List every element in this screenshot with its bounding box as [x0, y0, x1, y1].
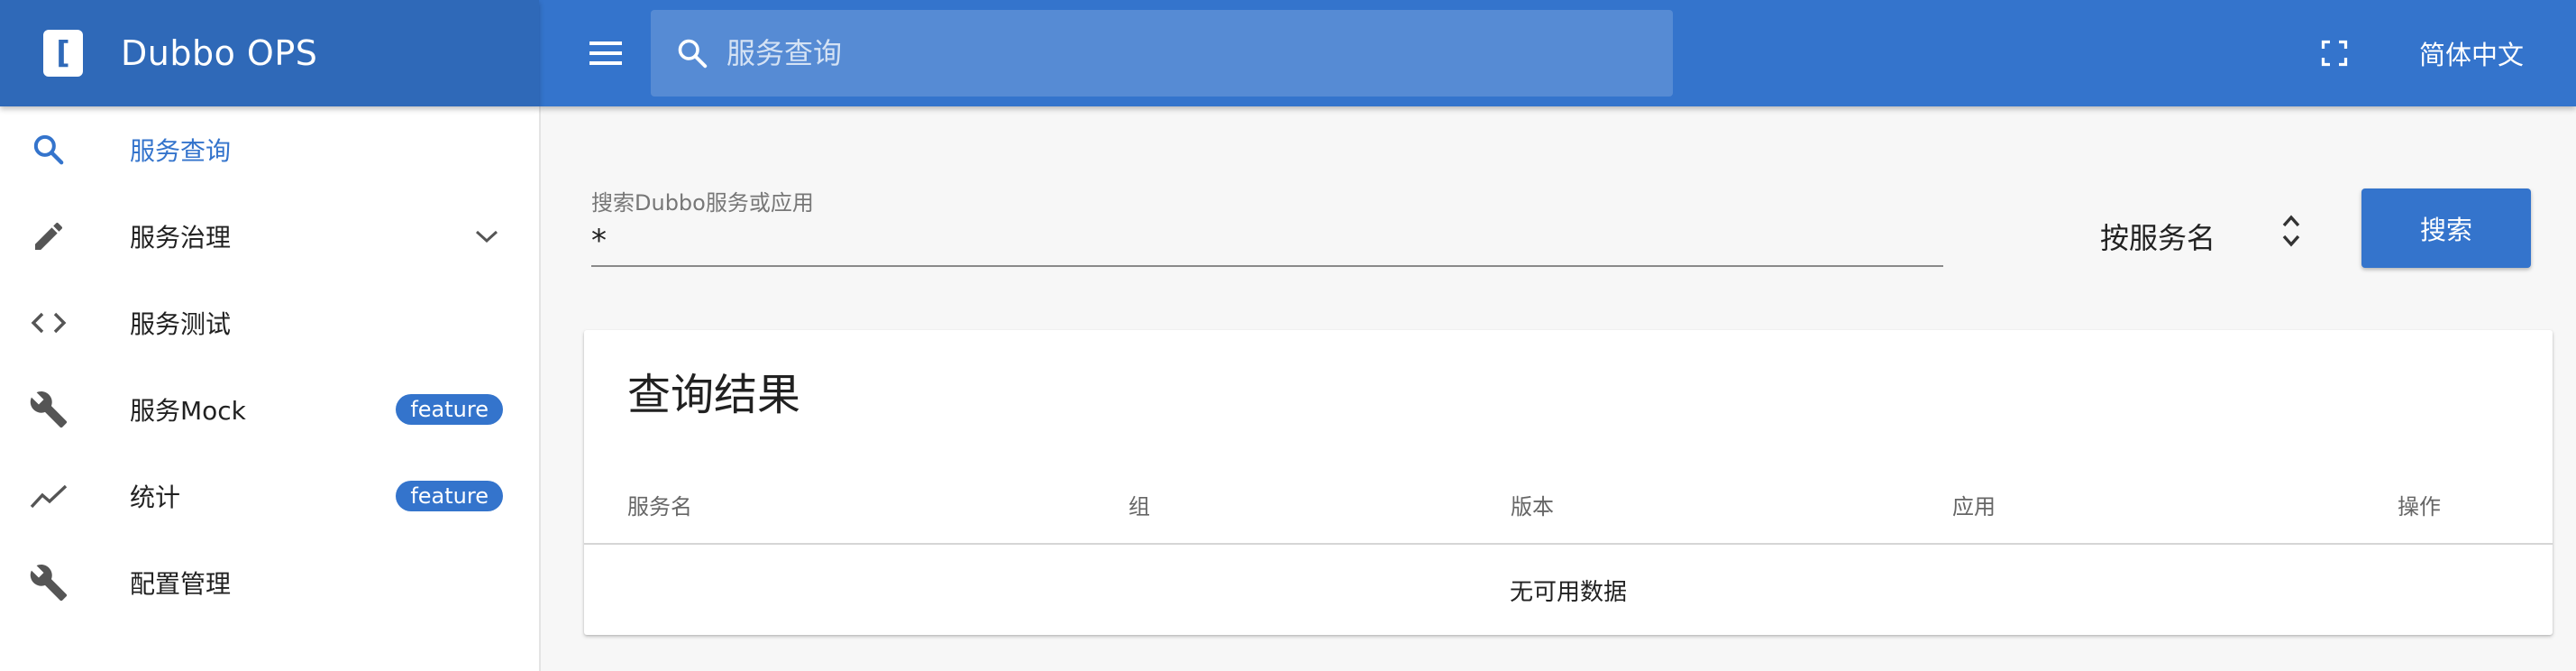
app-title: Dubbo OPS: [121, 33, 318, 73]
sidebar-item-label: 服务Mock: [130, 396, 246, 426]
sidebar-item-label: 配置管理: [130, 569, 232, 599]
code-icon: [29, 303, 69, 343]
hamburger-menu-icon: [589, 41, 622, 65]
sidebar-item-service-test[interactable]: 服务测试: [0, 280, 539, 366]
unfold-more-icon[interactable]: [2271, 209, 2311, 253]
search-field-label: 搜索Dubbo服务或应用: [591, 190, 814, 216]
sidebar-item-label: 统计: [130, 483, 181, 512]
chevron-down-icon: [470, 220, 503, 253]
sidebar-item-label: 服务测试: [130, 309, 232, 339]
menu-button[interactable]: [586, 33, 626, 73]
search-type-value: 按服务名: [2100, 221, 2216, 255]
brand-header: [ Dubbo OPS: [0, 0, 539, 106]
search-icon: [29, 130, 69, 170]
wrench-icon: [29, 563, 69, 602]
language-selector[interactable]: 简体中文: [2419, 0, 2524, 106]
column-header-application[interactable]: 应用: [1952, 489, 1996, 520]
sidebar-item-statistics[interactable]: 统计 feature: [0, 453, 539, 539]
search-type-select[interactable]: 按服务名: [2100, 209, 2215, 263]
results-card: 查询结果 服务名 组 版本 应用 操作 无可用数据: [584, 330, 2553, 635]
sidebar-item-config-management[interactable]: 配置管理: [0, 539, 539, 626]
sidebar-item-label: 服务治理: [130, 223, 232, 253]
sidebar-item-service-governance[interactable]: 服务治理: [0, 193, 539, 280]
column-header-operations: 操作: [2398, 494, 2441, 519]
global-search-box[interactable]: [651, 10, 1673, 97]
feature-badge: feature: [396, 394, 503, 425]
sidebar: 服务查询 服务治理 服务测试 服务Mock feature 统计 feature…: [0, 106, 541, 671]
results-title: 查询结果: [627, 370, 801, 420]
trending-icon: [29, 476, 69, 516]
search-icon: [678, 39, 708, 69]
fullscreen-icon: [2321, 40, 2348, 67]
dubbo-logo: [: [43, 30, 83, 77]
column-header-version[interactable]: 版本: [1511, 489, 1554, 520]
sidebar-item-service-mock[interactable]: 服务Mock feature: [0, 366, 539, 453]
pencil-icon: [29, 216, 69, 256]
results-table-header: 服务名 组 版本 应用 操作: [584, 455, 2553, 545]
top-toolbar: 简体中文: [539, 0, 2576, 106]
no-data-message: 无可用数据: [1509, 578, 1627, 606]
fullscreen-button[interactable]: [2315, 33, 2354, 73]
sidebar-item-label: 服务查询: [130, 136, 232, 166]
app-root: [ Dubbo OPS 简体中文: [0, 0, 2576, 671]
column-header-service-name[interactable]: 服务名: [627, 489, 692, 520]
sidebar-item-service-query[interactable]: 服务查询: [0, 106, 539, 193]
column-header-group[interactable]: 组: [1128, 489, 1150, 520]
global-search-input[interactable]: [726, 36, 1538, 70]
search-button[interactable]: 搜索: [2361, 188, 2531, 268]
logo-letter: [: [56, 35, 70, 71]
feature-badge: feature: [396, 481, 503, 511]
wrench-icon: [29, 390, 69, 429]
service-search-input[interactable]: [591, 216, 1943, 267]
